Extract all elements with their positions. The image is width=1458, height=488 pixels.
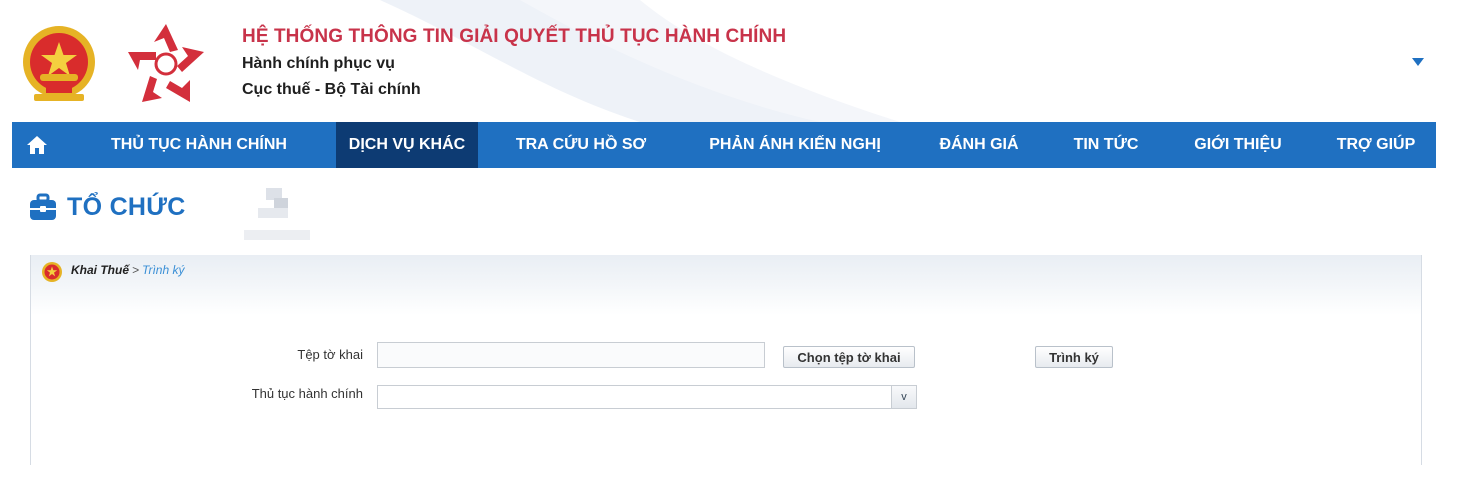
choose-file-button[interactable]: Chọn tệp tờ khai (783, 346, 915, 368)
breadcrumb-separator: > (132, 263, 140, 277)
user-avatar (244, 188, 310, 240)
submit-sign-button[interactable]: Trình ký (1035, 346, 1113, 368)
file-path-input[interactable] (377, 342, 765, 368)
page-title: TỔ CHỨC (67, 193, 186, 221)
nav-item-gioi-thieu[interactable]: GIỚI THIỆU (1160, 122, 1316, 168)
main-navigation: THỦ TỤC HÀNH CHÍNH DỊCH VỤ KHÁC TRA CỨU … (12, 122, 1436, 168)
content-panel: Khai Thuế > Trình ký Tệp tờ khai Chọn tệp … (30, 255, 1422, 465)
dropdown-arrow-icon[interactable]: v (891, 386, 916, 408)
breadcrumb-parent[interactable]: Khai Thuế (71, 263, 129, 277)
nav-item-tin-tuc[interactable]: TIN TỨC (1052, 122, 1160, 168)
breadcrumb: Khai Thuế > Trình ký (71, 263, 184, 277)
briefcase-icon (30, 193, 56, 220)
nav-item-tro-giup[interactable]: TRỢ GIÚP (1316, 122, 1436, 168)
home-icon (27, 136, 47, 154)
agency-name: Cục thuế - Bộ Tài chính (242, 81, 421, 98)
procedure-select[interactable]: v (377, 385, 917, 409)
national-emblem-logo (23, 26, 95, 101)
nav-item-phan-anh-kien-nghi[interactable]: PHẢN ÁNH KIẾN NGHỊ (684, 122, 906, 168)
public-service-star-logo (128, 24, 204, 102)
nav-item-tra-cuu-ho-so[interactable]: TRA CỨU HỒ SƠ (478, 122, 684, 168)
nav-home[interactable] (12, 122, 62, 168)
nav-item-dich-vu-khac[interactable]: DỊCH VỤ KHÁC (336, 122, 478, 168)
breadcrumb-current: Trình ký (142, 263, 185, 277)
nav-item-danh-gia[interactable]: ĐÁNH GIÁ (906, 122, 1052, 168)
procedure-label: Thủ tục hành chính (251, 386, 363, 401)
system-title: HỆ THỐNG THÔNG TIN GIẢI QUYẾT THỦ TỤC HÀ… (242, 26, 787, 47)
header-background-swoosh (380, 0, 900, 122)
file-label: Tệp tờ khai (297, 347, 363, 362)
site-header: HỆ THỐNG THÔNG TIN GIẢI QUYẾT THỦ TỤC HÀ… (0, 0, 1458, 122)
nav-item-thu-tuc-hanh-chinh[interactable]: THỦ TỤC HÀNH CHÍNH (62, 122, 336, 168)
emblem-icon (42, 262, 62, 282)
caret-down-icon[interactable] (1412, 58, 1424, 66)
system-subtitle: Hành chính phục vụ (242, 55, 395, 72)
